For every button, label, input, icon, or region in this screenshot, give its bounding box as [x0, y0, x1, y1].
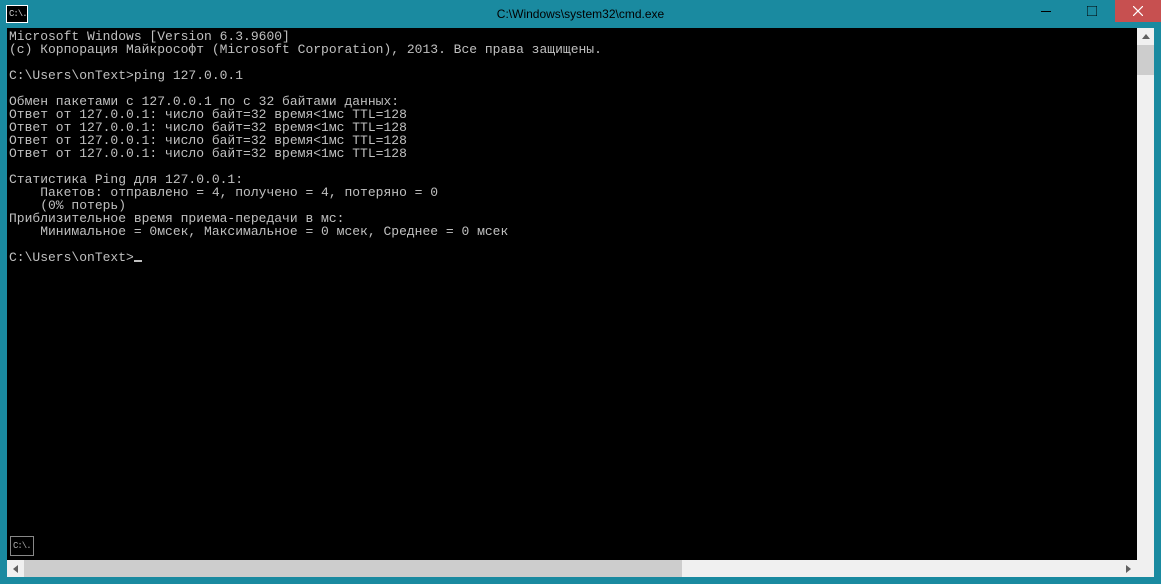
- scrollbar-corner: [1137, 560, 1154, 577]
- window-controls: [1023, 0, 1161, 22]
- scroll-right-button[interactable]: [1120, 560, 1137, 577]
- maximize-icon: [1087, 6, 1097, 16]
- horizontal-scroll-thumb[interactable]: [24, 560, 682, 577]
- client-area: Microsoft Windows [Version 6.3.9600] (c)…: [7, 28, 1154, 577]
- system-menu-icon[interactable]: C:\.: [10, 536, 34, 556]
- cmd-window: C:\. C:\Windows\system32\cmd.exe Microso…: [0, 0, 1161, 584]
- minimize-button[interactable]: [1023, 0, 1069, 22]
- console-output: Microsoft Windows [Version 6.3.9600] (c)…: [7, 28, 1137, 264]
- maximize-button[interactable]: [1069, 0, 1115, 22]
- horizontal-scrollbar[interactable]: [7, 560, 1154, 577]
- window-title: C:\Windows\system32\cmd.exe: [0, 7, 1161, 21]
- horizontal-scroll-track[interactable]: [24, 560, 1120, 577]
- app-icon: C:\.: [6, 5, 28, 23]
- scroll-up-button[interactable]: [1137, 28, 1154, 45]
- chevron-left-icon: [13, 565, 18, 573]
- console-area[interactable]: Microsoft Windows [Version 6.3.9600] (c)…: [7, 28, 1137, 577]
- close-icon: [1133, 6, 1143, 16]
- vertical-scrollbar[interactable]: [1137, 28, 1154, 577]
- scroll-left-button[interactable]: [7, 560, 24, 577]
- chevron-right-icon: [1126, 565, 1131, 573]
- chevron-up-icon: [1142, 34, 1150, 39]
- vertical-scroll-thumb[interactable]: [1137, 45, 1154, 75]
- titlebar[interactable]: C:\. C:\Windows\system32\cmd.exe: [0, 0, 1161, 28]
- vertical-scroll-track[interactable]: [1137, 45, 1154, 560]
- minimize-icon: [1041, 6, 1051, 16]
- close-button[interactable]: [1115, 0, 1161, 22]
